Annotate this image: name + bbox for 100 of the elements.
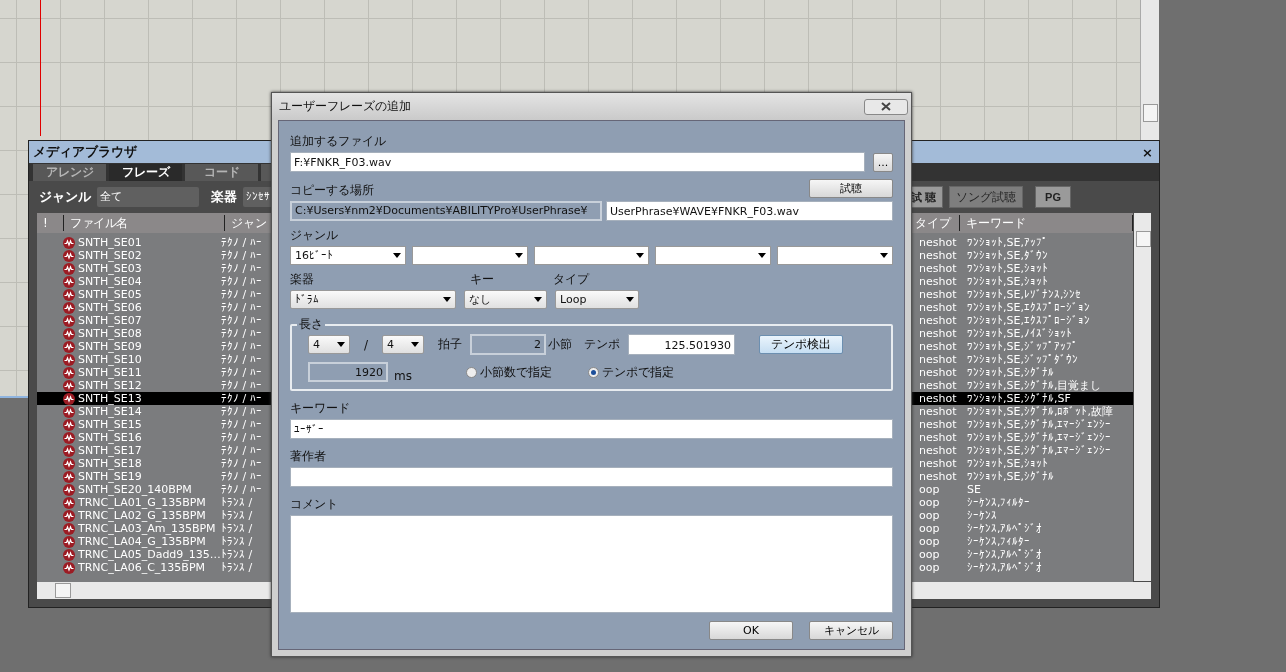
keyword-text: ﾜﾝｼｮｯﾄ,SE,ｼｸﾞﾅﾙ,SF [966,392,1072,405]
keyword-text: ﾜﾝｼｮｯﾄ,SE,ｼﾞｯﾌﾟﾀﾞｳﾝ [966,353,1079,366]
file-name: SNTH_SE13 [78,392,142,405]
keyword-text: ﾜﾝｼｮｯﾄ,SE,ｴｸｽﾌﾟﾛｰｼﾞｮﾝ [966,301,1091,314]
copy-base-field: C:¥Users¥nm2¥Documents¥ABILITYPro¥UserPhrase¥ [290,201,602,221]
file-name: TRNC_LA03_Am_135BPM [78,522,216,535]
file-name: SNTH_SE03 [78,262,142,275]
type-text: oop [919,548,941,561]
keyword-text: SE [966,483,982,496]
file-name: SNTH_SE09 [78,340,142,353]
keyword-text: ﾜﾝｼｮｯﾄ,SE,ｼｸﾞﾅﾙ,ﾛﾎﾞｯﾄ,故障 [966,404,1114,419]
type-text: neshot [919,366,958,379]
genre-text: ﾃｸﾉ / ﾊｰ [221,431,262,444]
file-name: SNTH_SE16 [78,431,142,444]
type-text: oop [919,561,941,574]
file-name: TRNC_LA04_G_135BPM [78,535,206,548]
file-name: TRNC_LA01_G_135BPM [78,496,206,509]
type-text: neshot [919,301,958,314]
keyword-text: ﾜﾝｼｮｯﾄ,SE,ｼｸﾞﾅﾙ,目覚まし [966,378,1103,393]
genre-text: ﾃｸﾉ / ﾊｰ [221,327,262,340]
type-text: neshot [919,444,958,457]
file-name: SNTH_SE19 [78,470,142,483]
genre-text: ﾃｸﾉ / ﾊｰ [221,275,262,288]
tempo-label: テンポ [584,336,621,353]
file-name: SNTH_SE06 [78,301,142,314]
bars-label: 小節 [548,336,573,353]
genre-text: ﾄﾗﾝｽ / [221,548,253,561]
genre-text: ﾃｸﾉ / ﾊｰ [221,340,262,353]
keyword-text: ｼｰｹﾝｽ,ｱﾙﾍﾟｼﾞｵ [966,548,1044,561]
file-name: SNTH_SE07 [78,314,142,327]
genre-text: ﾃｸﾉ / ﾊｰ [221,353,262,366]
genre-text: ﾃｸﾉ / ﾊｰ [221,249,262,262]
keyword-text: ﾜﾝｼｮｯﾄ,SE,ｱｯﾌﾟ [966,236,1049,249]
keyword-text: ｼｰｹﾝｽ,ｱﾙﾍﾟｼﾞｵ [966,561,1044,574]
field-label: ジャンル [290,227,339,243]
type-text: neshot [919,288,958,301]
genre-text: ﾄﾗﾝｽ / [221,522,253,535]
type-text: neshot [919,353,958,366]
group-label: 長さ [297,316,325,333]
type-text: oop [919,522,941,535]
genre-text: ﾃｸﾉ / ﾊｰ [221,405,262,418]
keyword-text: ｼｰｹﾝｽ,ｱﾙﾍﾟｼﾞｵ [966,522,1044,535]
file-name: SNTH_SE20_140BPM [78,483,192,496]
keyword-text: ｼｰｹﾝｽ [966,509,998,522]
keyword-text: ｼｰｹﾝｽ,ﾌｨﾙﾀｰ [966,496,1032,509]
genre-text: ﾃｸﾉ / ﾊｰ [221,483,262,496]
dialog-title: ユーザーフレーズの追加 [279,98,411,115]
file-name: SNTH_SE02 [78,249,142,262]
genre-text: ﾃｸﾉ / ﾊｰ [221,392,262,405]
field-label: コメント [290,496,339,512]
type-text: neshot [919,340,958,353]
type-text: neshot [919,327,958,340]
keyword-text: ﾜﾝｼｮｯﾄ,SE,ｼｮｯﾄ [966,275,1049,288]
file-name: SNTH_SE08 [78,327,142,340]
type-text: neshot [919,405,958,418]
file-name: SNTH_SE12 [78,379,142,392]
type-text: oop [919,509,941,522]
type-text: neshot [919,275,958,288]
genre-text: ﾃｸﾉ / ﾊｰ [221,470,262,483]
genre-text: ﾃｸﾉ / ﾊｰ [221,262,262,275]
field-label: コピーする場所 [290,182,374,198]
field-label: 楽器 [290,271,315,287]
keyword-text: ﾜﾝｼｮｯﾄ,SE,ﾚｿﾞﾅﾝｽ,ｼﾝｾ [966,288,1083,301]
slash-text: / [364,337,369,352]
type-text: oop [919,483,941,496]
genre-text: ﾃｸﾉ / ﾊｰ [221,236,262,249]
genre-text: ﾄﾗﾝｽ / [221,561,253,574]
genre-text: ﾃｸﾉ / ﾊｰ [221,418,262,431]
type-text: neshot [919,457,958,470]
keyword-text: ﾜﾝｼｮｯﾄ,SE,ﾉｲｽﾞｼｮｯﾄ [966,327,1073,340]
file-name: SNTH_SE18 [78,457,142,470]
keyword-text: ﾜﾝｼｮｯﾄ,SE,ｼｮｯﾄ [966,262,1049,275]
file-name: TRNC_LA02_G_135BPM [78,509,206,522]
file-name: TRNC_LA05_Dadd9_135… [78,548,221,561]
keyword-text: ﾜﾝｼｮｯﾄ,SE,ｼｸﾞﾅﾙ,ｴﾏｰｼﾞｪﾝｼｰ [966,431,1113,444]
genre-text: ﾃｸﾉ / ﾊｰ [221,444,262,457]
type-text: neshot [919,470,958,483]
type-text: oop [919,535,941,548]
ms-field: 1920 [308,362,388,382]
keyword-text: ｼｰｹﾝｽ,ﾌｨﾙﾀｰ [966,535,1032,548]
genre-text: ﾄﾗﾝｽ / [221,535,253,548]
file-name: SNTH_SE01 [78,236,142,249]
file-name: SNTH_SE14 [78,405,142,418]
type-text: neshot [919,262,958,275]
genre-text: ﾃｸﾉ / ﾊｰ [221,314,262,327]
type-text: neshot [919,418,958,431]
file-name: SNTH_SE10 [78,353,142,366]
instrument-label: 楽器 [211,188,237,206]
genre-text: ﾃｸﾉ / ﾊｰ [221,457,262,470]
genre-text: ﾃｸﾉ / ﾊｰ [221,379,262,392]
keyword-text: ﾜﾝｼｮｯﾄ,SE,ｼｸﾞﾅﾙ [966,470,1055,483]
keyword-text: ﾜﾝｼｮｯﾄ,SE,ｴｸｽﾌﾟﾛｰｼﾞｮﾝ [966,314,1091,327]
type-text: neshot [919,314,958,327]
window-title: メディアブラウザ [33,143,137,161]
genre-text: ﾃｸﾉ / ﾊｰ [221,301,262,314]
field-label: キー [470,271,495,287]
field-label: タイプ [553,271,589,287]
file-name: TRNC_LA06_C_135BPM [78,561,206,574]
type-text: neshot [919,392,958,405]
bars-field: 2 [470,334,547,355]
